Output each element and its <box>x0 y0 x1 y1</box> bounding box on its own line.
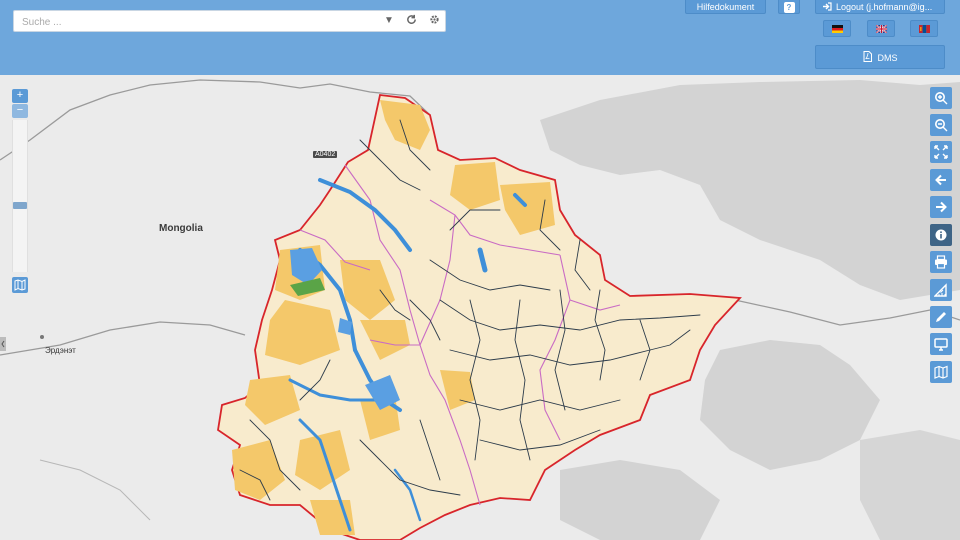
monitor-icon <box>934 338 948 351</box>
tool-map-layers-button[interactable] <box>930 361 952 383</box>
flag-uk-icon <box>876 25 887 33</box>
expand-arrows-icon <box>934 145 948 159</box>
zoom-slider-track[interactable] <box>12 120 28 272</box>
zoom-out-button[interactable]: − <box>12 104 28 118</box>
gear-icon[interactable] <box>427 14 441 28</box>
tool-forward-button[interactable] <box>930 196 952 218</box>
pdf-file-icon <box>863 47 872 71</box>
zoom-slider-thumb[interactable] <box>13 202 27 209</box>
pencil-icon <box>936 312 946 322</box>
folded-map-icon <box>934 365 948 379</box>
question-button[interactable]: ? <box>778 0 800 14</box>
info-icon <box>935 229 947 241</box>
tool-back-button[interactable] <box>930 169 952 191</box>
language-en-button[interactable] <box>867 20 895 37</box>
country-label: Mongolia <box>159 223 203 234</box>
dms-label: DMS <box>877 53 898 63</box>
arrow-right-icon <box>936 201 947 213</box>
tool-draw-button[interactable] <box>930 306 952 328</box>
search-box: ▼ <box>13 10 446 32</box>
magnifier-minus-icon <box>935 119 948 132</box>
tool-measure-button[interactable] <box>930 279 952 301</box>
help-document-button[interactable]: Hilfedokument <box>685 0 766 14</box>
magnifier-plus-icon <box>935 92 948 105</box>
flag-mn-icon <box>919 25 930 33</box>
logout-label: Logout (j.hofmann@ig... <box>836 2 933 12</box>
tool-full-extent-button[interactable] <box>930 141 952 163</box>
refresh-icon[interactable] <box>404 14 418 28</box>
map-canvas[interactable]: Mongolia Эрдэнэт A0402 + − <box>0 75 960 540</box>
dms-button[interactable]: DMS <box>815 45 945 69</box>
dropdown-caret-icon[interactable]: ▼ <box>382 14 396 28</box>
town-label: Эрдэнэт <box>45 346 76 355</box>
language-mn-button[interactable] <box>910 20 938 37</box>
question-icon: ? <box>783 2 795 13</box>
tool-info-button[interactable] <box>930 224 952 246</box>
ruler-triangle-icon <box>934 283 947 297</box>
zoom-in-button[interactable]: + <box>12 89 28 103</box>
tool-display-button[interactable] <box>930 333 952 355</box>
search-input[interactable] <box>20 13 384 31</box>
town-marker <box>40 335 44 339</box>
arrow-left-icon <box>935 174 946 186</box>
logout-button[interactable]: Logout (j.hofmann@ig... <box>815 0 945 14</box>
tool-zoom-out-button[interactable] <box>930 114 952 136</box>
printer-icon <box>935 255 947 269</box>
tool-zoom-in-button[interactable] <box>930 87 952 109</box>
map-layers-svg <box>0 75 960 540</box>
flag-de-icon <box>832 25 843 33</box>
road-shield: A0402 <box>313 151 338 158</box>
map-icon <box>14 279 26 291</box>
side-panel-toggle[interactable] <box>0 337 6 351</box>
header-bar: ▼ Hilfedokument ? Logout (j.hofmann@ig..… <box>0 0 960 75</box>
logout-icon <box>822 0 832 13</box>
language-de-button[interactable] <box>823 20 851 37</box>
grey-region-southeast <box>860 430 960 540</box>
tool-print-button[interactable] <box>930 251 952 273</box>
basemap-switch-button[interactable] <box>12 277 28 293</box>
help-document-label: Hilfedokument <box>696 2 755 12</box>
